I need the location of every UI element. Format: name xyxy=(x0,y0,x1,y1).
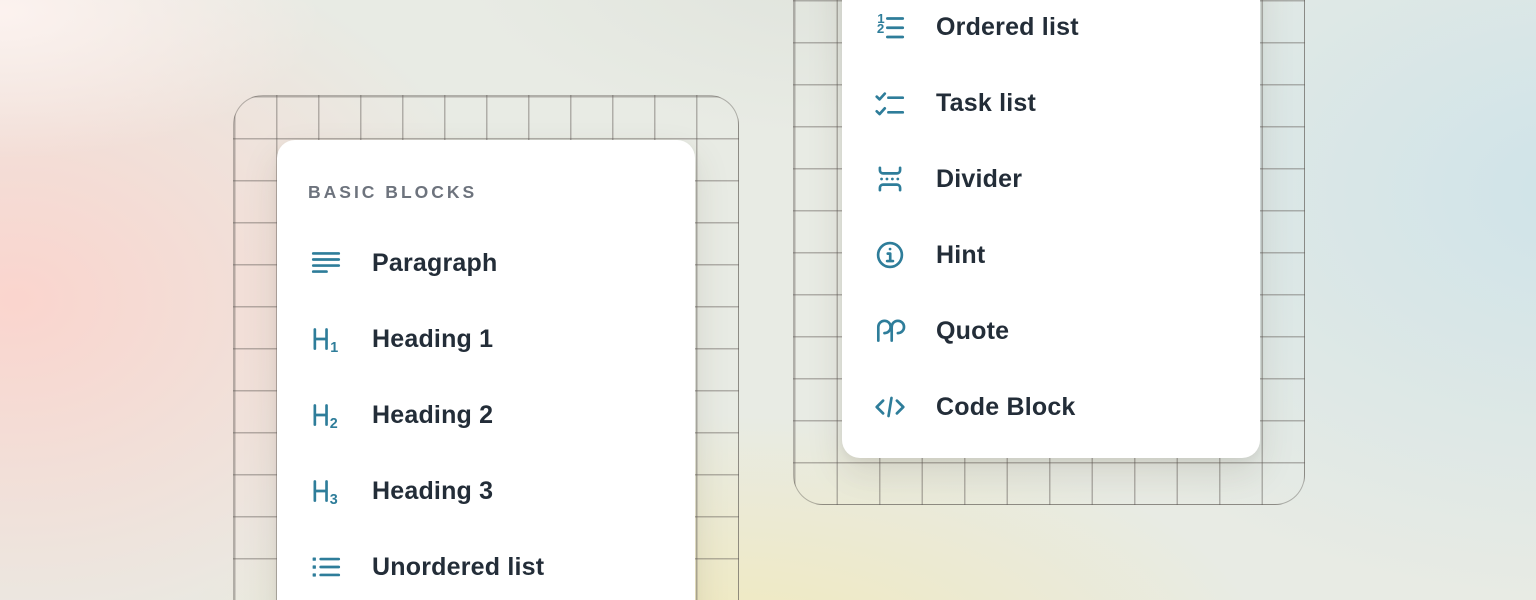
heading-3-icon: 3 xyxy=(308,474,344,508)
menu-item-heading-1[interactable]: 1 Heading 1 xyxy=(277,301,695,377)
menu-item-hint[interactable]: Hint xyxy=(842,217,1260,293)
menu-item-unordered-list[interactable]: Unordered list xyxy=(277,529,695,600)
menu-item-label: Paragraph xyxy=(372,249,497,278)
heading-2-icon: 2 xyxy=(308,398,344,432)
menu-item-heading-2[interactable]: 2 Heading 2 xyxy=(277,377,695,453)
code-block-icon xyxy=(872,390,908,424)
svg-text:2: 2 xyxy=(877,21,884,36)
section-label: BASIC BLOCKS xyxy=(308,182,477,203)
menu-item-task-list[interactable]: Task list xyxy=(842,65,1260,141)
menu-item-code-block[interactable]: Code Block xyxy=(842,369,1260,445)
menu-item-label: Unordered list xyxy=(372,553,544,582)
menu-item-divider[interactable]: Divider xyxy=(842,141,1260,217)
unordered-list-icon xyxy=(308,550,344,584)
basic-blocks-menu-card: BASIC BLOCKS Paragraph 1 Heading 1 xyxy=(277,140,695,600)
menu-item-label: Ordered list xyxy=(936,13,1079,42)
menu-item-quote[interactable]: Quote xyxy=(842,293,1260,369)
basic-blocks-item-list: Paragraph 1 Heading 1 2 xyxy=(277,225,695,600)
menu-item-heading-3[interactable]: 3 Heading 3 xyxy=(277,453,695,529)
hero-background: BASIC BLOCKS Paragraph 1 Heading 1 xyxy=(0,0,1536,600)
menu-item-label: Divider xyxy=(936,165,1022,194)
blocks-item-list: 1 2 Ordered list Task list xyxy=(842,0,1260,445)
menu-item-ordered-list[interactable]: 1 2 Ordered list xyxy=(842,0,1260,65)
menu-item-label: Heading 3 xyxy=(372,477,493,506)
hint-icon xyxy=(872,238,908,272)
menu-item-label: Heading 1 xyxy=(372,325,493,354)
menu-item-label: Quote xyxy=(936,317,1009,346)
blocks-menu-card-continued: 1 2 Ordered list Task list xyxy=(842,0,1260,458)
task-list-icon xyxy=(872,86,908,120)
menu-item-label: Task list xyxy=(936,89,1036,118)
menu-item-label: Code Block xyxy=(936,393,1076,422)
divider-icon xyxy=(872,162,908,196)
menu-item-paragraph[interactable]: Paragraph xyxy=(277,225,695,301)
menu-item-label: Heading 2 xyxy=(372,401,493,430)
svg-text:2: 2 xyxy=(330,416,338,432)
svg-text:1: 1 xyxy=(330,340,338,356)
heading-1-icon: 1 xyxy=(308,322,344,356)
paragraph-icon xyxy=(308,246,344,280)
svg-text:3: 3 xyxy=(330,492,338,508)
ordered-list-icon: 1 2 xyxy=(872,10,908,44)
quote-icon xyxy=(872,314,908,348)
menu-item-label: Hint xyxy=(936,241,985,270)
